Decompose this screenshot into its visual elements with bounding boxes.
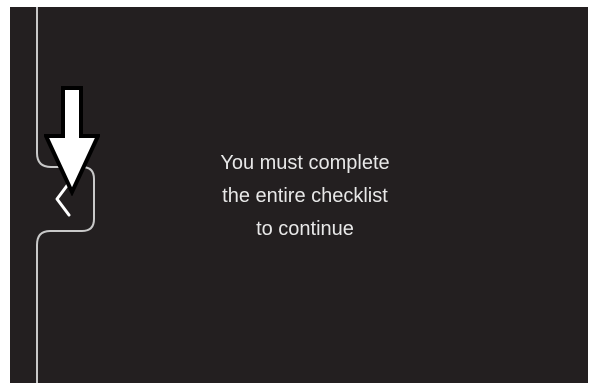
down-arrow-icon xyxy=(44,86,100,196)
message-line: You must complete xyxy=(220,152,390,174)
message-line: the entire checklist xyxy=(222,185,388,207)
message-line: to continue xyxy=(256,218,354,240)
checklist-message: You must complete the entire checklist t… xyxy=(180,147,430,246)
